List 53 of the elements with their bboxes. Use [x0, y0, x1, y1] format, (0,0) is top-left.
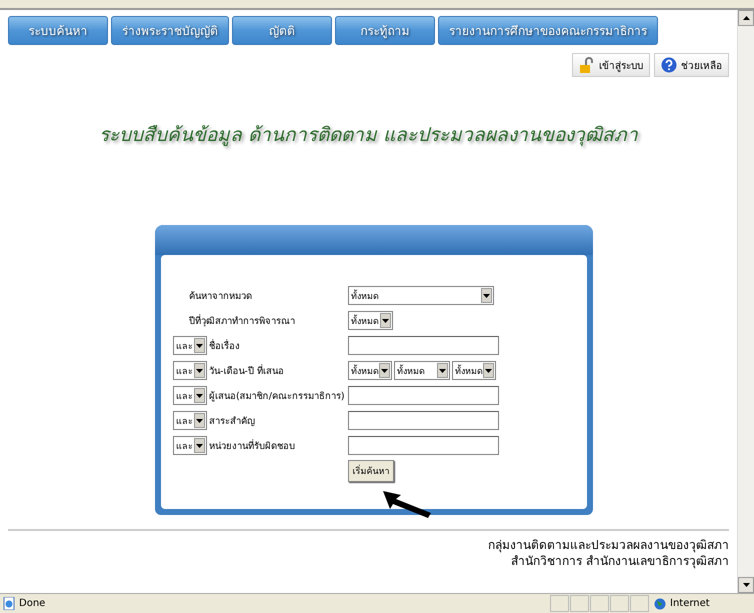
footer-text: สำนักวิชาการ สำนักงานเลขาธิการวุฒิสภา [511, 553, 729, 569]
date-select[interactable]: ทั้งหมด [394, 361, 450, 380]
date-select[interactable]: ทั้งหมด [348, 361, 392, 380]
field-label: ผู้เสนอ(สมาชิก/คณะกรรมาธิการ) [209, 390, 345, 403]
field-label: วัน-เดือน-ปี ที่เสนอ [209, 363, 284, 378]
zone-text: Internet [670, 598, 710, 609]
scroll-down-icon [196, 394, 203, 398]
connector-select[interactable]: และ [173, 386, 207, 405]
scroll-down-icon [196, 418, 203, 422]
help-button[interactable]: ช่วยเหลือ [654, 53, 729, 77]
login-button[interactable]: เข้าสู่ระบบ [572, 53, 650, 77]
scroll-down-icon [196, 344, 203, 348]
page-icon [3, 597, 16, 610]
pointer-arrow-icon [383, 491, 433, 519]
status-pane [610, 595, 629, 612]
category-select[interactable]: ทั้งหมด [348, 286, 494, 305]
scroll-down-icon [382, 318, 389, 322]
scroll-down-icon [742, 583, 750, 587]
help-icon [661, 57, 677, 73]
scroll-down-icon [439, 368, 446, 372]
field-label: หน่วยงานที่รับผิดชอบ [209, 438, 295, 453]
scroll-up-button[interactable] [738, 10, 754, 26]
status-pane [590, 595, 609, 612]
scroll-down-icon [196, 444, 203, 448]
globe-icon [654, 598, 666, 610]
connector-select[interactable]: และ [173, 361, 207, 380]
status-pane [570, 595, 589, 612]
connector-select[interactable]: และ [173, 436, 207, 455]
scroll-down-icon [485, 368, 492, 372]
page-title: ระบบสืบค้นข้อมูล ด้านการติดตาม และประมวลผลงานของวุฒิสภา [98, 123, 640, 148]
status-text: Done [19, 598, 46, 609]
padlock-icon [579, 57, 595, 73]
field-label: สาระสำคัญ [209, 415, 255, 428]
search-button[interactable]: เริ่มค้นหา [348, 460, 394, 482]
scroll-down-icon [381, 368, 388, 372]
field-label: ปีที่วุฒิสภาทำการพิจารณา [189, 313, 295, 328]
scroll-down-icon [196, 368, 203, 372]
status-pane [550, 595, 569, 612]
text-field[interactable] [348, 336, 499, 355]
date-select[interactable]: ทั้งหมด [452, 361, 496, 380]
footer-text: กลุ่มงานติดตามและประมวลผลงานของวุฒิสภา [488, 537, 729, 553]
scroll-down-button[interactable] [738, 577, 754, 593]
text-field[interactable] [348, 436, 499, 455]
field-label: ชื่อเรื่อง [209, 338, 240, 353]
text-field[interactable] [348, 411, 499, 430]
connector-select[interactable]: และ [173, 411, 207, 430]
field-label: ค้นหาจากหมวด [189, 290, 252, 303]
year-select[interactable]: ทั้งหมด [348, 311, 393, 330]
status-pane [630, 595, 649, 612]
text-field[interactable] [348, 386, 499, 405]
scroll-down-icon [483, 294, 490, 298]
scroll-up-icon [742, 16, 750, 20]
connector-select[interactable]: และ [173, 336, 207, 355]
